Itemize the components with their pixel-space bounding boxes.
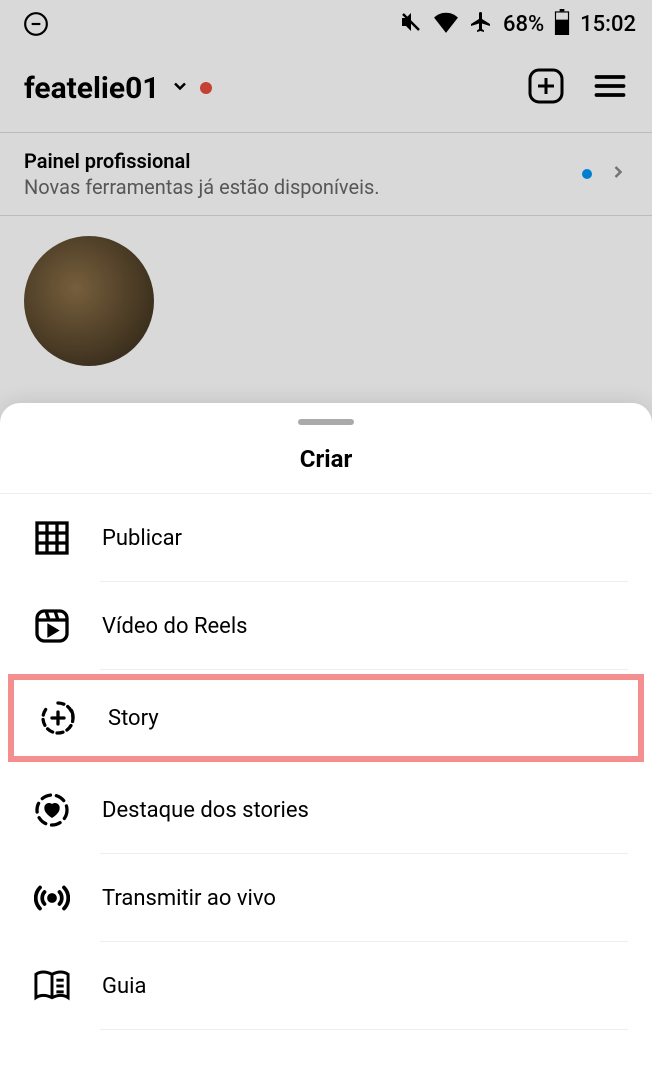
- profile-header: featelie01: [0, 48, 652, 132]
- battery-icon: [554, 9, 570, 39]
- create-sheet: Criar Publicar: [0, 403, 652, 1080]
- grid-icon: [32, 518, 72, 558]
- create-item-post[interactable]: Publicar: [0, 494, 652, 582]
- chevron-down-icon: [170, 76, 190, 100]
- create-item-story-highlight[interactable]: Destaque dos stories: [0, 766, 652, 854]
- live-broadcast-icon: [32, 878, 72, 918]
- story-plus-icon: [38, 698, 78, 738]
- create-item-live[interactable]: Transmitir ao vivo: [0, 854, 652, 942]
- create-item-guide[interactable]: Guia: [0, 942, 652, 1030]
- professional-panel[interactable]: Painel profissional Novas ferramentas já…: [0, 132, 652, 216]
- highlight-heart-icon: [32, 790, 72, 830]
- username-text: featelie01: [24, 71, 160, 106]
- create-item-reels[interactable]: Vídeo do Reels: [0, 582, 652, 670]
- chevron-right-icon: [608, 162, 628, 186]
- airplane-icon: [469, 10, 493, 38]
- create-item-label: Publicar: [102, 526, 182, 551]
- sheet-drag-handle[interactable]: [298, 419, 354, 425]
- new-indicator-dot: [582, 169, 592, 179]
- create-button[interactable]: [526, 66, 566, 110]
- create-item-label: Vídeo do Reels: [102, 614, 248, 639]
- guide-book-icon: [32, 966, 72, 1006]
- username-dropdown[interactable]: featelie01: [24, 71, 212, 106]
- wifi-icon: [433, 11, 459, 37]
- pro-panel-title: Painel profissional: [24, 149, 380, 173]
- dnd-icon: [16, 4, 56, 44]
- create-item-story[interactable]: Story: [8, 674, 644, 762]
- create-item-label: Destaque dos stories: [102, 798, 309, 823]
- battery-percent: 68%: [503, 12, 544, 37]
- mute-icon: [399, 10, 423, 38]
- sheet-title: Criar: [0, 445, 652, 494]
- menu-button[interactable]: [592, 68, 628, 108]
- create-item-label: Guia: [102, 974, 146, 999]
- create-item-label: Story: [108, 706, 159, 731]
- clock-time: 15:02: [580, 12, 636, 37]
- notification-dot: [200, 82, 212, 94]
- profile-avatar[interactable]: [24, 236, 154, 366]
- reels-icon: [32, 606, 72, 646]
- status-bar: 68% 15:02: [0, 0, 652, 48]
- create-item-label: Transmitir ao vivo: [102, 886, 276, 911]
- pro-panel-subtitle: Novas ferramentas já estão disponíveis.: [24, 175, 380, 199]
